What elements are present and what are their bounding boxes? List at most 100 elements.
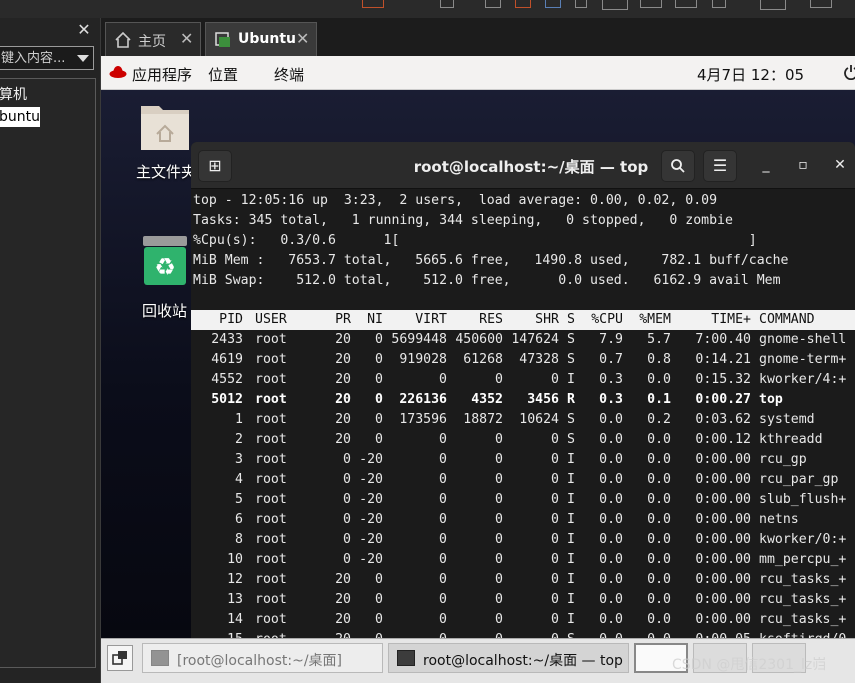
close-icon[interactable]: ✕ (180, 29, 193, 48)
process-row: 2433 root 20 0 5699448 450600 147624 S 7.9 5.7 7:0… (191, 330, 855, 350)
process-cell: 0:00.00 (695, 512, 751, 527)
process-cell: 0.0 (647, 372, 671, 387)
process-cell: systemd (759, 412, 815, 427)
taskbar-item[interactable]: [root@localhost:~/桌面] (142, 643, 383, 673)
toolbar-icon[interactable] (575, 0, 587, 8)
vm-icon (215, 32, 230, 47)
tree-item-ubuntu[interactable]: buntu (0, 107, 40, 127)
process-cell: 0:15.32 (695, 372, 751, 387)
process-cell: slub_flush+ (759, 492, 847, 507)
home-folder-icon[interactable] (139, 100, 191, 152)
process-cell: 0:00.27 (695, 392, 751, 407)
process-table-header: PID USER PR NI VIRT RES SHR S %CPU %MEM TIME+ COMMA… (191, 310, 855, 330)
host-toolbar (0, 0, 855, 18)
process-cell: 7:00.40 (695, 332, 751, 347)
terminal-title: root@localhost:~/桌面 — top (413, 158, 649, 176)
process-cell: gnome-term+ (759, 352, 847, 367)
process-cell: kworker/0:+ (759, 532, 847, 547)
top-summary-line: Tasks: 345 total, 1 running, 344 sleepin… (193, 213, 733, 228)
screen: { "library": { "search_placeholder": "键入… (0, 0, 855, 683)
toolbar-icon[interactable] (545, 0, 561, 8)
taskbar-item-label: [root@localhost:~/桌面] (177, 653, 342, 669)
close-icon[interactable]: ✕ (296, 29, 309, 48)
taskbar-item[interactable]: root@localhost:~/桌面 — top (388, 643, 629, 673)
process-cell: 1 (235, 412, 243, 427)
tab-label: 主页 (138, 34, 166, 50)
tree-item-computer[interactable]: 算机 (0, 85, 27, 105)
process-cell: 4552 (211, 372, 243, 387)
process-cell: 0.0 (647, 572, 671, 587)
desktop: 主文件夹 ♻ 回收站 ⊞ root@localhost:~/桌面 — top ☰… (101, 90, 855, 638)
toolbar-icon[interactable] (760, 0, 786, 10)
top-summary-line: MiB Swap: 512.0 total, 512.0 free, 0.0 u… (193, 273, 781, 288)
places-menu[interactable]: 位置 (208, 64, 238, 85)
process-row: 4619 root 20 0 919028 61268 47328 S 0.7 0.8 0:14.2… (191, 350, 855, 370)
process-cell: kthreadd (759, 432, 823, 447)
vm-tab-bar: 主页 ✕ Ubuntu ✕ (101, 18, 855, 56)
process-cell: kworker/4:+ (759, 372, 847, 387)
process-cell: 13 (227, 592, 243, 607)
top-summary-line: MiB Mem : 7653.7 total, 5665.6 free, 149… (193, 253, 789, 268)
tab-home[interactable]: 主页 ✕ (105, 22, 201, 56)
power-icon[interactable] (843, 64, 855, 80)
column-header: %MEM (639, 312, 671, 327)
guest-screen: 应用程序 位置 终端 4月7日 12：05 主文件夹 ♻ 回收站 ⊞ root@… (101, 56, 855, 638)
chevron-down-icon[interactable] (77, 55, 89, 62)
process-row: 1 root 20 0 173596 18872 10624 S 0.0 0.2 0:03.62 sy… (191, 410, 855, 430)
process-cell: 0.0 (591, 630, 671, 638)
process-cell: rcu_par_gp (759, 472, 839, 487)
library-search[interactable] (0, 46, 94, 70)
process-cell: 0.0 (647, 552, 671, 567)
minimize-button[interactable]: _ (757, 156, 775, 174)
process-cell: 0:00.12 (695, 432, 751, 447)
home-icon (115, 31, 131, 48)
search-input[interactable] (1, 49, 71, 67)
show-desktop-icon (112, 651, 127, 665)
toolbar-icon[interactable] (712, 0, 726, 8)
process-cell: 10 (227, 552, 243, 567)
maximize-button[interactable]: ▫ (794, 156, 812, 174)
show-desktop-button[interactable] (107, 645, 133, 671)
toolbar-icon[interactable] (675, 0, 697, 8)
process-row: 15root200000S0.00.00:00.05ksoftirqd/0 (191, 630, 855, 638)
menu-button[interactable]: ☰ (703, 150, 737, 182)
applications-menu[interactable]: 应用程序 (132, 64, 192, 85)
tab-label: Ubuntu (238, 31, 296, 47)
toolbar-icon[interactable] (810, 0, 832, 8)
toolbar-icon[interactable] (362, 0, 384, 8)
toolbar-icon[interactable] (485, 0, 501, 8)
trash-icon[interactable]: ♻ (141, 235, 189, 287)
clock[interactable]: 4月7日 12：05 (697, 64, 804, 85)
toolbar-icon[interactable] (515, 0, 531, 8)
process-cell: 14 (227, 612, 243, 627)
close-button[interactable]: ✕ (831, 156, 849, 174)
search-button[interactable] (661, 150, 695, 182)
process-row: 14 root 20 0 0 0 0 I 0.0 0.0 0:00.00 rcu_tasks_+ (191, 610, 855, 630)
toolbar-icon[interactable] (640, 0, 662, 8)
process-cell: 0.0 (647, 432, 671, 447)
process-cell: 15 (191, 630, 243, 638)
process-cell: rcu_tasks_+ (759, 592, 847, 607)
tab-ubuntu[interactable]: Ubuntu ✕ (205, 22, 317, 56)
process-cell: rcu_tasks_+ (759, 612, 847, 627)
terminal-menu[interactable]: 终端 (274, 64, 304, 85)
toolbar-icon[interactable] (440, 0, 454, 8)
library-tree: 算机 buntu (0, 78, 96, 668)
process-cell: 0:00.00 (695, 532, 751, 547)
new-tab-button[interactable]: ⊞ (198, 150, 232, 182)
terminal-icon (151, 650, 169, 666)
process-cell: 5.7 (647, 332, 671, 347)
terminal-output[interactable]: top - 12:05:16 up 3:23, 2 users, load av… (191, 189, 855, 638)
redhat-logo-icon (109, 66, 127, 78)
process-row: 5 root 0 -20 0 0 0 I 0.0 0.0 0:00.00 slub_flush+ (191, 490, 855, 510)
terminal-window: ⊞ root@localhost:~/桌面 — top ☰ _ ▫ ✕ top … (191, 142, 855, 638)
process-cell: 5012 (211, 392, 243, 407)
trash-label: 回收站 (142, 302, 188, 320)
process-cell: 0:14.21 (695, 352, 751, 367)
svg-text:♻: ♻ (154, 253, 176, 281)
process-row: 2 root 20 0 0 0 0 S 0.0 0.0 0:00.12 kthreadd (191, 430, 855, 450)
process-cell: 0:00.00 (695, 612, 751, 627)
process-cell: 0:00.00 (695, 492, 751, 507)
toolbar-icon[interactable] (602, 0, 628, 10)
close-icon[interactable]: ✕ (76, 22, 92, 38)
